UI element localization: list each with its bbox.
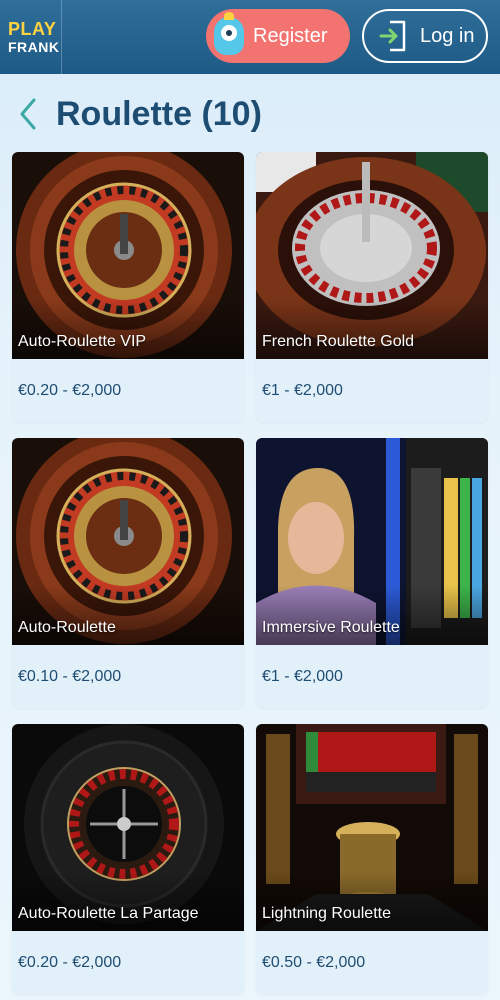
game-thumbnail[interactable]: Lightning Roulette bbox=[256, 724, 488, 931]
game-limits: €1 - €2,000 bbox=[262, 381, 343, 399]
register-label: Register bbox=[253, 24, 328, 47]
logo-play-text: PLAY bbox=[8, 19, 57, 39]
game-thumbnail[interactable]: Auto-Roulette VIP bbox=[12, 152, 244, 359]
game-grid: Auto-Roulette VIP €0.20 - €2,000 French … bbox=[12, 152, 488, 994]
mascot-icon bbox=[214, 12, 244, 55]
game-card[interactable]: French Roulette Gold €1 - €2,000 bbox=[256, 152, 488, 422]
game-card[interactable]: Auto-Roulette VIP €0.20 - €2,000 bbox=[12, 152, 244, 422]
game-thumbnail[interactable]: French Roulette Gold bbox=[256, 152, 488, 359]
game-title: Auto-Roulette La Partage bbox=[18, 905, 199, 922]
game-title: Auto-Roulette VIP bbox=[18, 333, 147, 350]
title-row: Roulette (10) bbox=[16, 90, 262, 138]
game-card[interactable]: Auto-Roulette €0.10 - €2,000 bbox=[12, 438, 244, 708]
game-title: Lightning Roulette bbox=[262, 905, 391, 922]
game-limits: €0.50 - €2,000 bbox=[262, 953, 366, 971]
game-limits: €0.10 - €2,000 bbox=[18, 667, 122, 685]
logo-frank-text: FRANK bbox=[8, 39, 60, 55]
game-title: French Roulette Gold bbox=[262, 333, 415, 350]
game-title: Immersive Roulette bbox=[262, 619, 400, 636]
page-title: Roulette (10) bbox=[56, 94, 262, 133]
game-card[interactable]: Immersive Roulette €1 - €2,000 bbox=[256, 438, 488, 708]
game-thumbnail[interactable]: Auto-Roulette La Partage bbox=[12, 724, 244, 931]
game-card[interactable]: Auto-Roulette La Partage €0.20 - €2,000 bbox=[12, 724, 244, 994]
playfrank-logo[interactable]: PLAY FRANK bbox=[0, 0, 62, 74]
game-limits: €1 - €2,000 bbox=[262, 667, 343, 685]
top-header: PLAY FRANK Register Log in bbox=[0, 0, 500, 74]
login-label: Log in bbox=[420, 24, 475, 47]
game-limits: €0.20 - €2,000 bbox=[18, 953, 122, 971]
login-button[interactable]: Log in bbox=[362, 9, 488, 63]
game-title: Auto-Roulette bbox=[18, 619, 116, 636]
register-button[interactable]: Register bbox=[206, 9, 350, 63]
game-thumbnail[interactable]: Immersive Roulette bbox=[256, 438, 488, 645]
login-arrow-icon bbox=[379, 20, 406, 52]
back-chevron-icon[interactable] bbox=[16, 96, 40, 132]
game-card[interactable]: Lightning Roulette €0.50 - €2,000 bbox=[256, 724, 488, 994]
game-limits: €0.20 - €2,000 bbox=[18, 381, 122, 399]
game-thumbnail[interactable]: Auto-Roulette bbox=[12, 438, 244, 645]
